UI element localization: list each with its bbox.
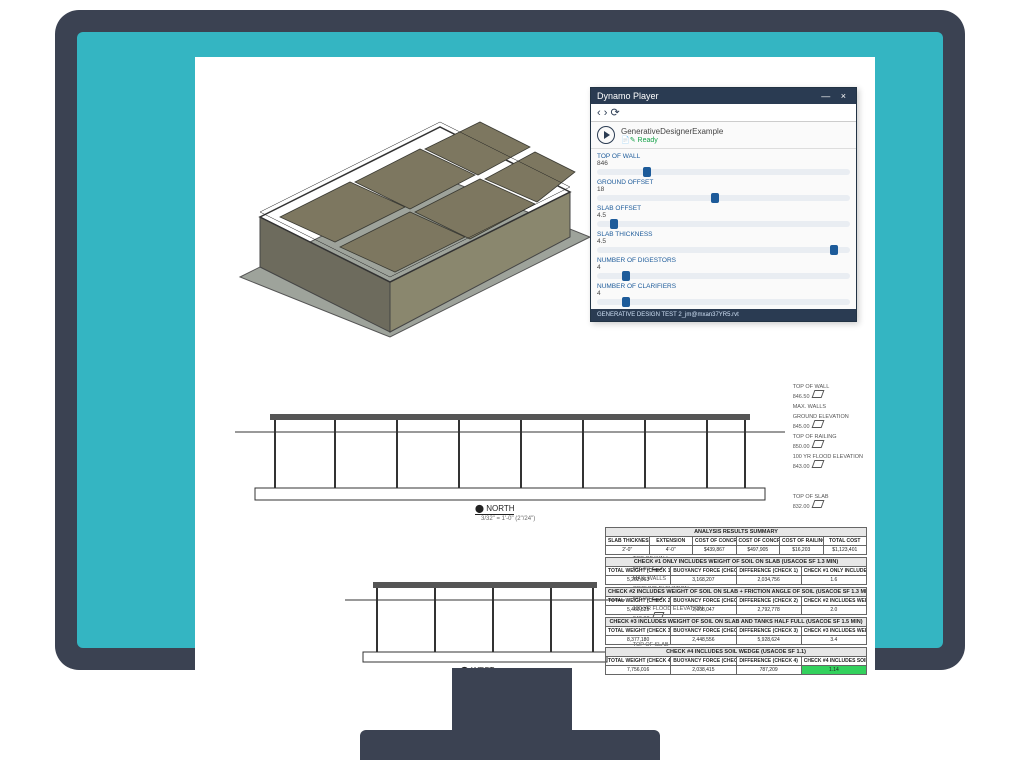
slider[interactable] [597,273,850,279]
param-number-of-digestors[interactable]: NUMBER OF DIGESTORS4 [597,257,850,279]
section-west: ⬤ WEST 3/32" = 1'-0" (2"/24") TOP OF WAL… [345,562,625,677]
slider[interactable] [597,195,850,201]
canvas: ⬤ NORTH 3/32" = 1'-0" (2"/24") TOP OF WA… [0,0,1024,768]
param-slab-thickness[interactable]: SLAB THICKNESS4.5 [597,231,850,253]
monitor-frame: ⬤ NORTH 3/32" = 1'-0" (2"/24") TOP OF WA… [55,10,965,670]
section-title-north: ⬤ NORTH [475,504,514,515]
slider[interactable] [597,299,850,305]
check-table: CHECK #1 ONLY INCLUDES WEIGHT OF SOIL ON… [605,557,867,585]
section-scale-north: 3/32" = 1'-0" (2"/24") [481,516,535,522]
check-table: CHECK #4 INCLUDES SOIL WEDGE (USACOE SF … [605,647,867,675]
slider[interactable] [597,169,850,175]
param-slab-offset[interactable]: SLAB OFFSET4.5 [597,205,850,227]
dynamo-footer: GENERATIVE DESIGN TEST 2_jm@mxan37YR5.rv… [591,309,856,321]
dynamo-titlebar[interactable]: Dynamo Player — × [591,88,856,104]
dynamo-nav[interactable]: ‹ › ⟳ [591,104,856,122]
slider[interactable] [597,221,850,227]
analysis-results: ANALYSIS RESULTS SUMMARY SLAB THICKNESSE… [605,527,867,677]
dynamo-player-panel[interactable]: Dynamo Player — × ‹ › ⟳ GenerativeDesign… [590,87,857,322]
window-controls[interactable]: — × [821,91,850,101]
param-top-of-wall[interactable]: TOP OF WALL846 [597,153,850,175]
play-icon[interactable] [597,126,615,144]
monitor-screen: ⬤ NORTH 3/32" = 1'-0" (2"/24") TOP OF WA… [77,32,943,648]
section-north: ⬤ NORTH 3/32" = 1'-0" (2"/24") TOP OF WA… [235,392,785,522]
param-number-of-clarifiers[interactable]: NUMBER OF CLARIFIERS4 [597,283,850,305]
dynamo-title-text: Dynamo Player [597,91,659,101]
param-ground-offset[interactable]: GROUND OFFSET18 [597,179,850,201]
monitor-stand-neck [452,668,572,738]
elevation-callouts-north: TOP OF WALL846.50 MAX. WALLS GROUND ELEV… [793,384,863,515]
check-table: CHECK #2 INCLUDES WEIGHT OF SOIL ON SLAB… [605,587,867,615]
monitor-stand-base [360,730,660,760]
analysis-summary-table: ANALYSIS RESULTS SUMMARY SLAB THICKNESSE… [605,527,867,555]
dynamo-graph-row[interactable]: GenerativeDesignerExample 📄✎ Ready [591,122,856,149]
dynamo-params[interactable]: TOP OF WALL846 GROUND OFFSET18 SLAB OFFSET… [591,149,856,309]
graph-status: 📄✎ Ready [621,136,723,144]
graph-name: GenerativeDesignerExample [621,127,723,136]
check-table: CHECK #3 INCLUDES WEIGHT OF SOIL ON SLAB… [605,617,867,645]
slider[interactable] [597,247,850,253]
3d-isometric-view [220,87,600,347]
drawing-sheet: ⬤ NORTH 3/32" = 1'-0" (2"/24") TOP OF WA… [195,57,875,677]
